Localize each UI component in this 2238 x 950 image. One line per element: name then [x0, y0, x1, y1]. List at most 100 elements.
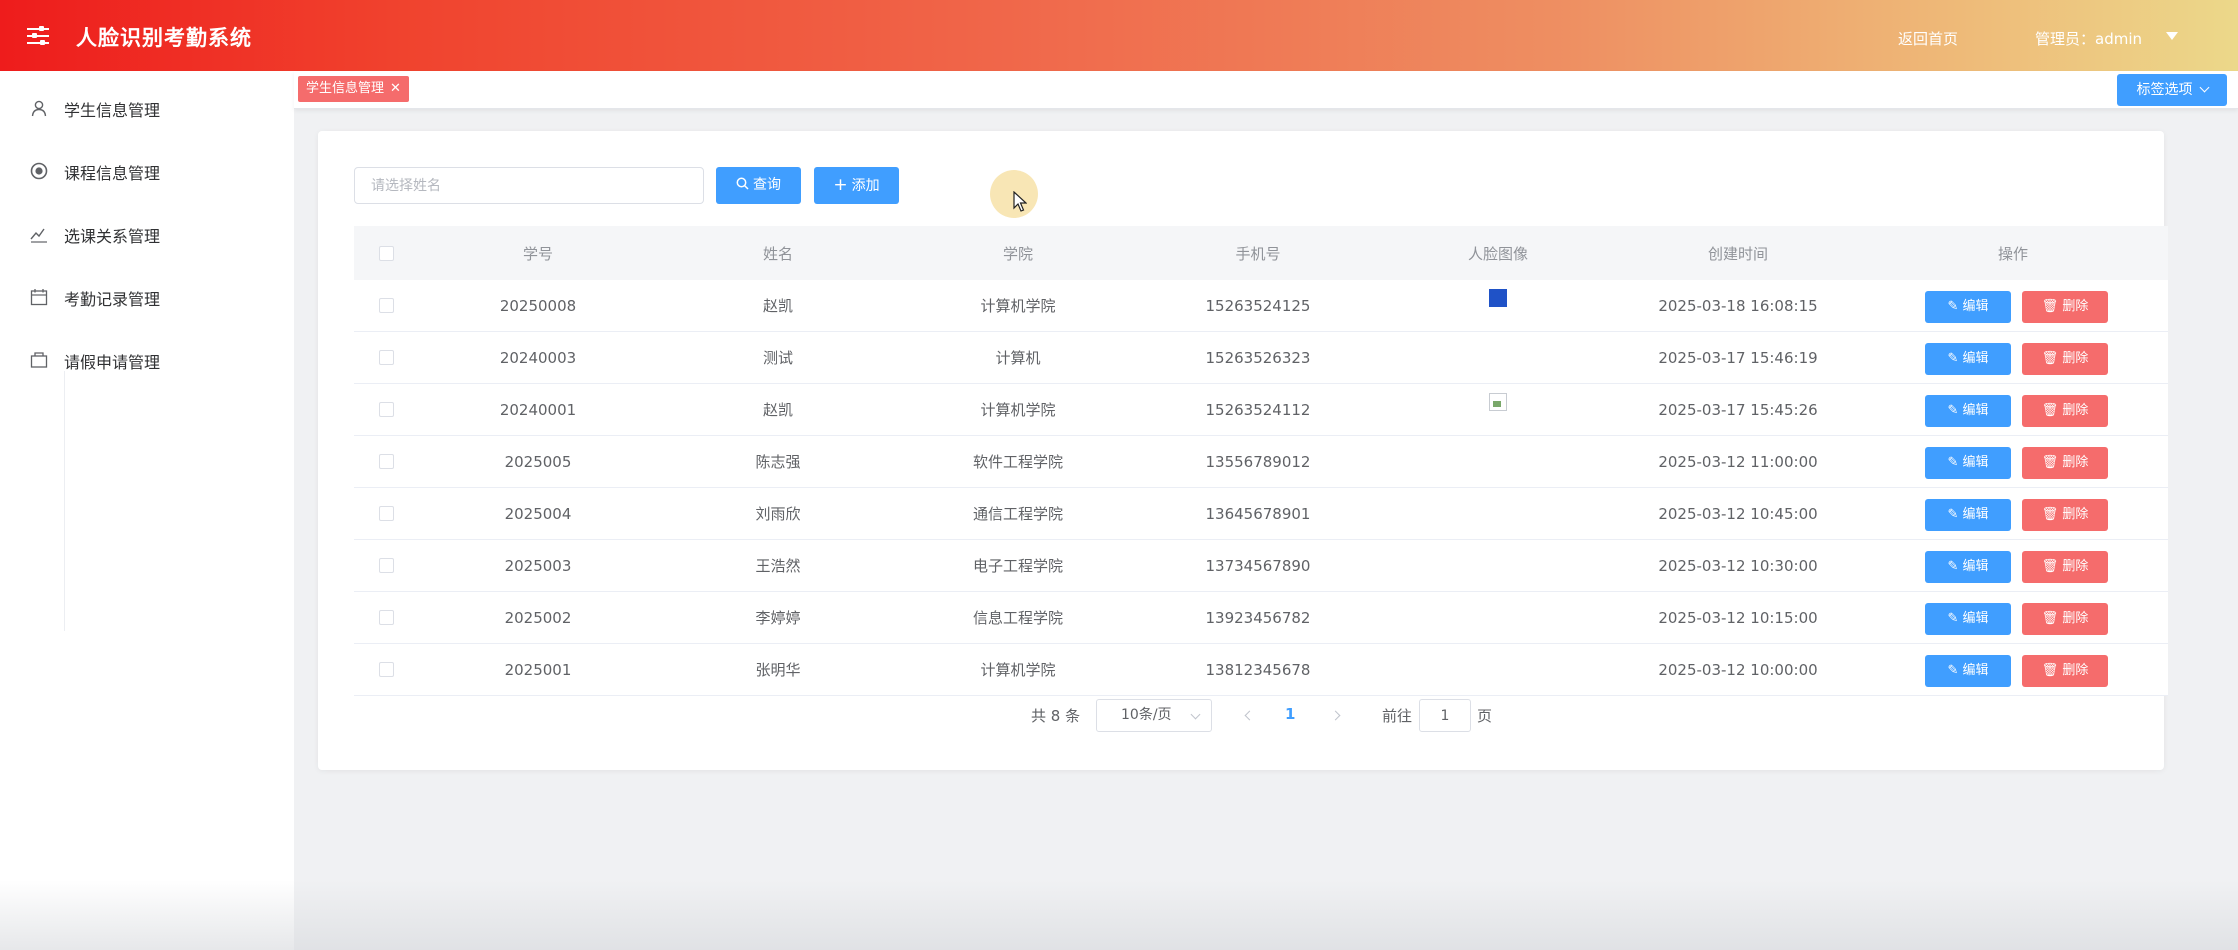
edit-label: 编辑: [1962, 663, 1989, 678]
row-checkbox[interactable]: [378, 506, 394, 521]
sidebar-item-leave[interactable]: 请假申请管理: [0, 329, 294, 389]
edit-button[interactable]: ✎ 编辑: [1925, 603, 2011, 635]
header-operations: 操作: [1997, 244, 2028, 263]
sidebar-item-courses[interactable]: 课程信息管理: [0, 140, 294, 200]
row-checkbox[interactable]: [378, 402, 394, 417]
relation-icon: [30, 228, 47, 243]
cell-college: 通信工程学院: [972, 505, 1063, 523]
delete-label: 删除: [2062, 663, 2089, 678]
delete-label: 删除: [2062, 611, 2089, 626]
cell-college: 计算机学院: [980, 661, 1056, 679]
caret-down-icon[interactable]: [2166, 32, 2178, 40]
edit-label: 编辑: [1962, 559, 1989, 574]
sidebar-divider: [64, 371, 65, 631]
sidebar-item-label: 课程信息管理: [64, 164, 161, 183]
delete-button[interactable]: 🗑 删除: [2022, 499, 2108, 531]
sidebar-item-attendance[interactable]: 考勤记录管理: [0, 266, 294, 326]
sidebar-item-students[interactable]: 学生信息管理: [0, 77, 294, 137]
edit-button[interactable]: ✎ 编辑: [1925, 655, 2011, 687]
delete-button[interactable]: 🗑 删除: [2022, 447, 2108, 479]
delete-label: 删除: [2062, 559, 2089, 574]
app-title: 人脸识别考勤系统: [76, 26, 252, 50]
page-size-value: 10条/页: [1121, 707, 1172, 723]
edit-button[interactable]: ✎ 编辑: [1925, 343, 2011, 375]
delete-button[interactable]: 🗑 删除: [2022, 343, 2108, 375]
add-button[interactable]: + 添加: [814, 167, 899, 204]
close-icon[interactable]: ✕: [390, 81, 401, 96]
table-row: 20240001 赵凯 计算机学院 15263524112 2025-03-17…: [354, 384, 2168, 436]
edit-label: 编辑: [1962, 611, 1989, 626]
name-search-input[interactable]: [354, 167, 704, 204]
face-thumbnail[interactable]: [1489, 288, 1507, 307]
edit-label: 编辑: [1962, 299, 1989, 314]
chevron-down-icon: [1190, 709, 1201, 720]
current-page-number[interactable]: 1: [1285, 705, 1295, 723]
edit-button[interactable]: ✎ 编辑: [1925, 395, 2011, 427]
edit-button[interactable]: ✎ 编辑: [1925, 447, 2011, 479]
delete-label: 删除: [2062, 455, 2089, 470]
row-checkbox-cell: [354, 488, 418, 539]
home-link[interactable]: 返回首页: [1898, 28, 1958, 49]
sidebar-item-label: 学生信息管理: [64, 101, 161, 120]
header-name: 姓名: [762, 244, 793, 263]
cell-name: 刘雨欣: [755, 505, 801, 523]
header-student-no: 学号: [522, 244, 553, 263]
delete-button[interactable]: 🗑 删除: [2022, 655, 2108, 687]
cell-face-image: [1378, 436, 1618, 487]
cell-created-time: 2025-03-17 15:46:19: [1658, 348, 1818, 367]
goto-page-input[interactable]: [1419, 699, 1471, 732]
sidebar-item-relations[interactable]: 选课关系管理: [0, 203, 294, 263]
broken-image-icon[interactable]: [1489, 392, 1507, 411]
cell-name: 王浩然: [755, 557, 801, 575]
cell-student-no: 20250008: [499, 296, 577, 315]
page-size-select[interactable]: 10条/页: [1096, 699, 1212, 732]
edit-button[interactable]: ✎ 编辑: [1925, 291, 2011, 323]
row-checkbox[interactable]: [378, 454, 394, 469]
cell-phone: 13556789012: [1205, 452, 1311, 471]
sidebar-item-label: 请假申请管理: [64, 353, 161, 372]
course-icon: [30, 162, 48, 180]
delete-button[interactable]: 🗑 删除: [2022, 603, 2108, 635]
goto-label: 前往: [1382, 707, 1413, 725]
cell-phone: 13923456782: [1205, 608, 1311, 627]
table-row: 20240003 测试 计算机 15263526323 2025-03-17 1…: [354, 332, 2168, 384]
cell-student-no: 2025004: [504, 504, 572, 523]
cell-phone: 13645678901: [1205, 504, 1311, 523]
plus-icon: +: [833, 175, 848, 195]
row-checkbox[interactable]: [378, 558, 394, 573]
row-checkbox[interactable]: [378, 662, 394, 677]
header-phone: 手机号: [1235, 244, 1281, 263]
cell-phone: 15263524125: [1205, 296, 1311, 315]
select-all-checkbox[interactable]: [378, 245, 394, 261]
mouse-cursor-icon: [1013, 191, 1027, 212]
delete-button[interactable]: 🗑 删除: [2022, 395, 2108, 427]
cell-name: 陈志强: [755, 453, 801, 471]
row-checkbox[interactable]: [378, 610, 394, 625]
cell-created-time: 2025-03-12 10:45:00: [1658, 504, 1818, 523]
cell-phone: 15263524112: [1205, 400, 1311, 419]
cell-face-image: [1378, 332, 1618, 383]
query-button[interactable]: 查询: [716, 167, 801, 204]
tab-student-info[interactable]: 学生信息管理 ✕: [298, 76, 409, 102]
header-checkbox-cell: [354, 226, 418, 280]
cell-face-image: [1378, 540, 1618, 591]
row-checkbox[interactable]: [378, 350, 394, 365]
sliders-menu-icon[interactable]: [27, 26, 51, 46]
tag-options-button[interactable]: 标签选项: [2117, 74, 2227, 106]
edit-button[interactable]: ✎ 编辑: [1925, 551, 2011, 583]
header-face-image: 人脸图像: [1467, 244, 1528, 263]
cell-student-no: 20240003: [499, 348, 577, 367]
user-menu[interactable]: 管理员：admin: [2035, 28, 2142, 49]
edit-button[interactable]: ✎ 编辑: [1925, 499, 2011, 531]
delete-button[interactable]: 🗑 删除: [2022, 551, 2108, 583]
cell-college: 电子工程学院: [972, 557, 1063, 575]
delete-label: 删除: [2062, 507, 2089, 522]
delete-label: 删除: [2062, 299, 2089, 314]
cell-phone: 13812345678: [1205, 660, 1311, 679]
delete-button[interactable]: 🗑 删除: [2022, 291, 2108, 323]
cell-phone: 13734567890: [1205, 556, 1311, 575]
cell-student-no: 2025002: [504, 608, 572, 627]
row-checkbox[interactable]: [378, 298, 394, 313]
edit-label: 编辑: [1962, 507, 1989, 522]
table-row: 2025002 李婷婷 信息工程学院 13923456782 2025-03-1…: [354, 592, 2168, 644]
